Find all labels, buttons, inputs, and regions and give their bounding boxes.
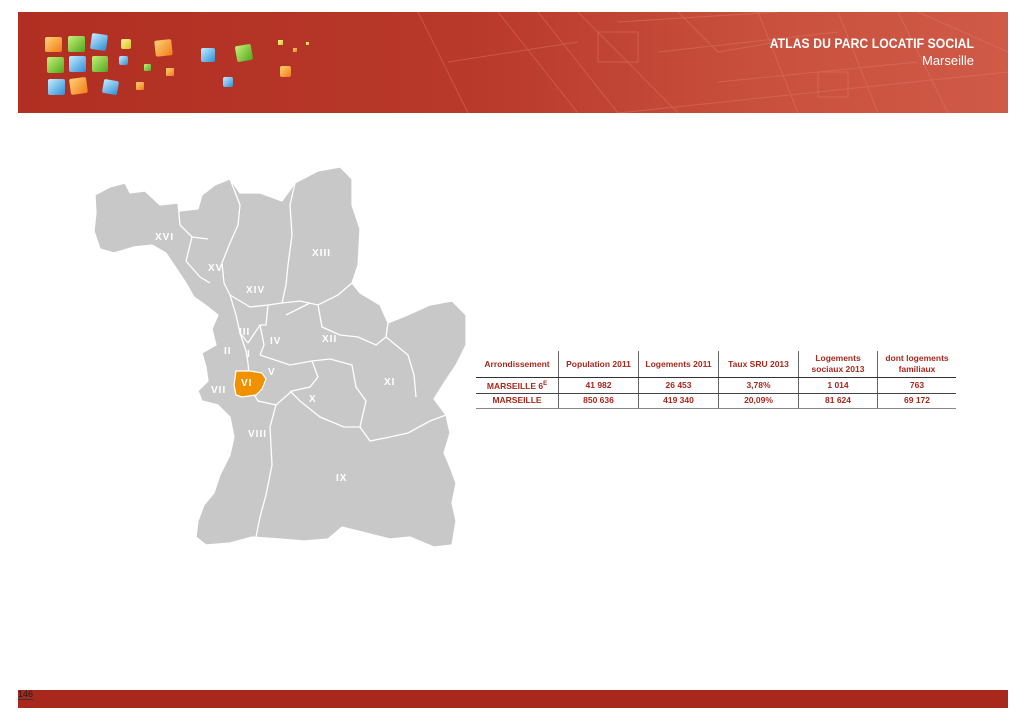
marseille-district-map: XVI XV XIV XIII III IV XII II I V VI VII…	[93, 166, 467, 548]
district-label-xii: XII	[322, 334, 337, 345]
row-name: MARSEILLE 6E	[476, 377, 559, 394]
page-title: ATLAS DU PARC LOCATIF SOCIAL	[769, 36, 974, 51]
district-label-iv: IV	[270, 336, 281, 347]
district-label-xvi: XVI	[155, 232, 174, 243]
page-number: 146	[18, 689, 34, 700]
cell-logements: 419 340	[638, 393, 719, 409]
map-outline	[93, 166, 467, 548]
district-label-xiii: XIII	[312, 248, 331, 259]
cell-logements-sociaux: 81 624	[798, 393, 878, 409]
cell-logements: 26 453	[638, 377, 719, 394]
district-label-xiv: XIV	[246, 285, 265, 296]
district-label-xi: XI	[384, 377, 395, 388]
district-label-i: I	[247, 349, 251, 360]
district-label-xv: XV	[208, 263, 223, 274]
cell-population: 850 636	[558, 393, 639, 409]
district-label-vi: VI	[241, 378, 252, 389]
cell-logements-sociaux: 1 014	[798, 377, 878, 394]
district-label-v: V	[268, 367, 276, 378]
table-header-row: Arrondissement Population 2011 Logements…	[476, 351, 956, 378]
cell-logements-familiaux: 763	[877, 377, 956, 394]
footer-bar	[18, 690, 1008, 708]
col-header-taux-sru: Taux SRU 2013	[718, 351, 799, 378]
row-name: MARSEILLE	[476, 393, 559, 409]
district-label-ii: II	[224, 346, 232, 357]
col-header-logements: Logements 2011	[638, 351, 719, 378]
cell-logements-familiaux: 69 172	[877, 393, 956, 409]
statistics-table: Arrondissement Population 2011 Logements…	[476, 351, 956, 409]
district-label-viii: VIII	[248, 429, 267, 440]
district-label-ix: IX	[336, 473, 347, 484]
col-header-logements-sociaux: Logements sociaux 2013	[798, 351, 878, 378]
col-header-logements-familiaux: dont logements familiaux	[877, 351, 956, 378]
logo-tiles	[45, 33, 309, 95]
district-label-x: X	[309, 394, 317, 405]
cell-taux-sru: 3,78%	[718, 377, 799, 394]
cell-population: 41 982	[558, 377, 639, 394]
table-row: MARSEILLE 850 636 419 340 20,09% 81 624 …	[476, 393, 956, 409]
col-header-population: Population 2011	[558, 351, 639, 378]
district-label-vii: VII	[211, 385, 226, 396]
page-subtitle: Marseille	[921, 53, 974, 68]
header-banner: ATLAS DU PARC LOCATIF SOCIAL Marseille	[18, 12, 1008, 113]
col-header-arrondissement: Arrondissement	[476, 351, 559, 378]
cell-taux-sru: 20,09%	[718, 393, 799, 409]
table-row: MARSEILLE 6E 41 982 26 453 3,78% 1 014 7…	[476, 377, 956, 394]
district-label-iii: III	[239, 327, 250, 338]
title-block: ATLAS DU PARC LOCATIF SOCIAL Marseille	[747, 36, 974, 68]
